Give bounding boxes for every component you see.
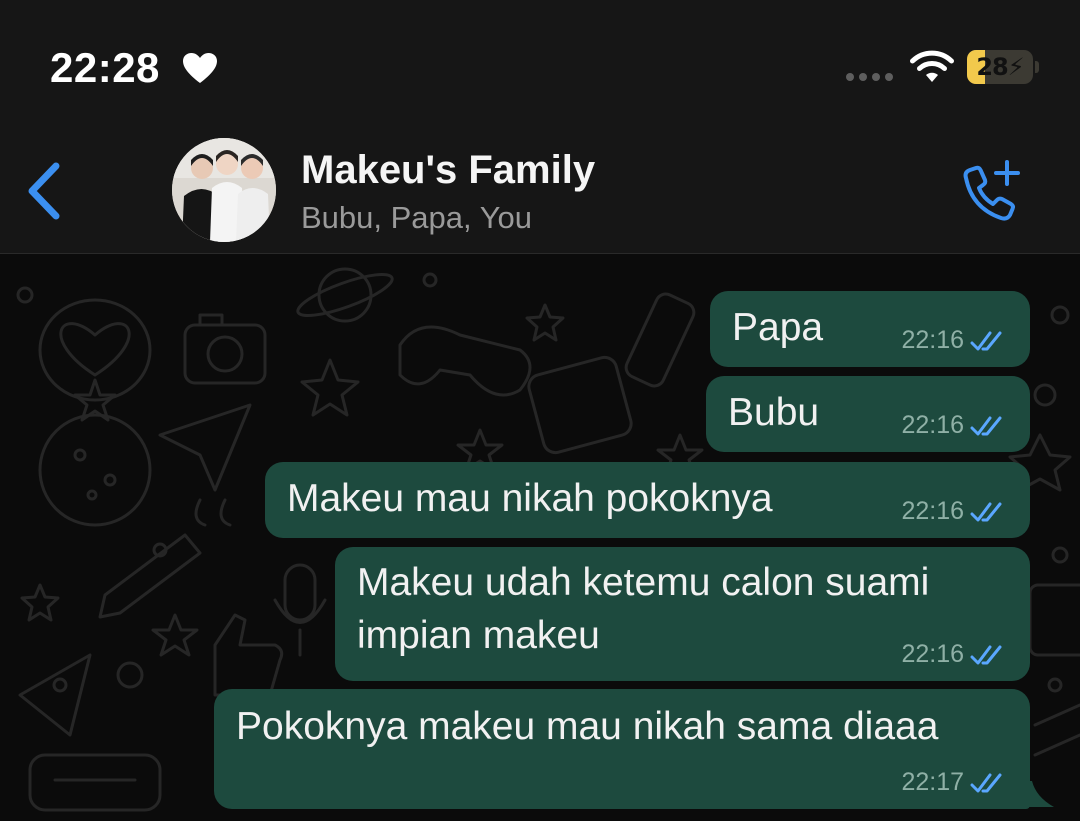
status-bar: 22:28 28⚡ [0, 0, 1080, 120]
message-time: 22:16 [901, 640, 964, 668]
message-bubble[interactable]: Makeu mau nikah pokoknya 22:16 [265, 462, 1030, 538]
bubble-tail [1026, 781, 1054, 807]
message-text: Papa [732, 306, 824, 349]
cellular-signal-icon [846, 73, 893, 81]
double-check-icon [970, 502, 1002, 521]
message-text: impian makeu [357, 614, 600, 657]
group-photo-image [172, 138, 276, 242]
message-bubble[interactable]: Papa 22:16 [710, 291, 1030, 367]
message-time: 22:16 [901, 326, 964, 354]
message-time: 22:17 [901, 768, 964, 796]
message-meta: 22:16 [901, 326, 1004, 355]
message-meta: 22:16 [901, 411, 1004, 440]
chevron-left-icon [28, 162, 60, 220]
message-text: Makeu udah ketemu calon suami [357, 561, 930, 604]
message-meta: 22:16 [901, 497, 1004, 526]
message-text: Bubu [728, 391, 820, 434]
message-bubble[interactable]: Pokoknya makeu mau nikah sama diaaa 22:1… [214, 689, 1030, 809]
message-meta: 22:16 [901, 640, 1004, 669]
battery-percent: 28⚡ [976, 53, 1024, 81]
message-bubble[interactable]: Bubu 22:16 [706, 376, 1030, 452]
double-check-icon [970, 331, 1002, 350]
chat-area[interactable]: Papa 22:16 Bubu 22:16 Makeu mau nikah po… [0, 255, 1080, 821]
double-check-icon [970, 645, 1002, 664]
double-check-icon [970, 773, 1002, 792]
double-check-icon [970, 416, 1002, 435]
phone-plus-icon [963, 160, 1020, 221]
message-time: 22:16 [901, 411, 964, 439]
add-call-button[interactable] [952, 156, 1028, 226]
message-meta: 22:17 [901, 768, 1004, 797]
status-time: 22:28 [50, 44, 160, 91]
heart-icon [183, 53, 217, 83]
message-text: Makeu mau nikah pokoknya [287, 477, 773, 520]
chat-title[interactable]: Makeu's Family [301, 148, 595, 193]
chat-header: Makeu's Family Bubu, Papa, You [0, 120, 1080, 254]
chat-members[interactable]: Bubu, Papa, You [301, 200, 532, 236]
message-text: Pokoknya makeu mau nikah sama diaaa [236, 705, 939, 748]
back-button[interactable] [18, 156, 70, 226]
message-bubble[interactable]: Makeu udah ketemu calon suami impian mak… [335, 547, 1030, 681]
message-time: 22:16 [901, 497, 964, 525]
group-avatar[interactable] [172, 138, 276, 242]
wifi-icon [910, 50, 954, 82]
battery-indicator: 28⚡ [967, 50, 1039, 84]
